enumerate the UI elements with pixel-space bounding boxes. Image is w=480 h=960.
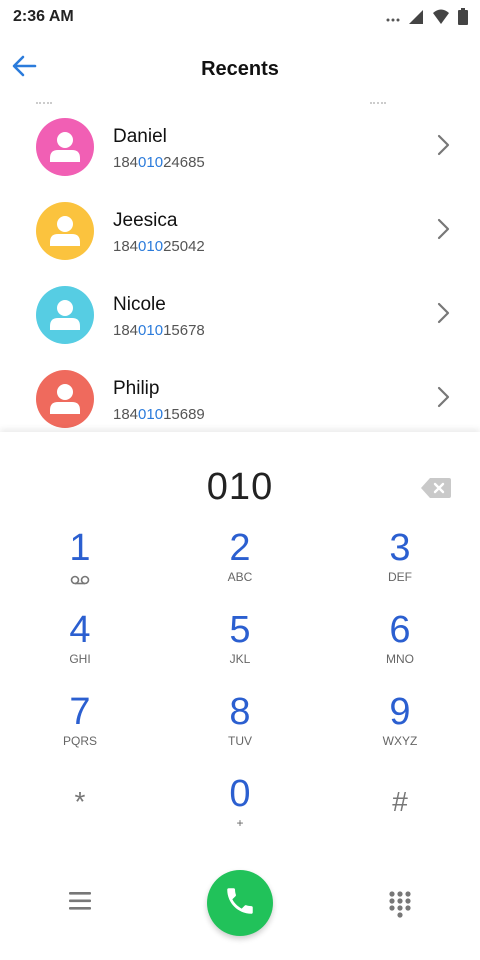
dial-key-2[interactable]: 2 ABC bbox=[180, 528, 300, 602]
dialpad: 010 1 2 ABC 3 DEF 4 GHI 5 JKL 6 MNO 7 PQ… bbox=[0, 432, 480, 960]
dial-key-9[interactable]: 9 WXYZ bbox=[340, 692, 460, 766]
chevron-right-icon[interactable] bbox=[434, 301, 452, 325]
contact-name: Jeesica bbox=[113, 210, 178, 231]
chevron-right-icon[interactable] bbox=[434, 133, 452, 157]
dial-key-0[interactable]: 0 + bbox=[180, 774, 300, 848]
more-dots-icon bbox=[386, 10, 400, 28]
avatar bbox=[36, 286, 94, 344]
person-icon bbox=[50, 384, 80, 414]
person-icon bbox=[50, 300, 80, 330]
contact-row[interactable]: Jeesica 18401025042 bbox=[0, 188, 480, 272]
contact-number: 18401025042 bbox=[113, 238, 205, 255]
status-time: 2:36 AM bbox=[13, 8, 74, 25]
person-icon bbox=[50, 216, 80, 246]
contact-name: Nicole bbox=[113, 294, 166, 315]
phone-icon bbox=[223, 884, 257, 923]
dial-key-7[interactable]: 7 PQRS bbox=[20, 692, 140, 766]
wifi-icon bbox=[432, 9, 450, 30]
number-match-highlight: 010 bbox=[138, 238, 164, 255]
chevron-right-icon[interactable] bbox=[434, 385, 452, 409]
number-match-highlight: 010 bbox=[138, 406, 164, 423]
contact-row[interactable]: Daniel 18401024685 bbox=[0, 104, 480, 188]
contact-number: 18401024685 bbox=[113, 154, 205, 171]
contact-name: Daniel bbox=[113, 126, 167, 147]
voicemail-icon bbox=[20, 572, 140, 590]
dial-key-star[interactable]: * bbox=[20, 774, 140, 848]
recents-list[interactable]: Daniel 18401024685 Jeesica 18401025042 N… bbox=[0, 102, 480, 432]
app-header: Recents bbox=[0, 34, 480, 102]
number-match-highlight: 010 bbox=[138, 322, 164, 339]
page-title: Recents bbox=[201, 58, 279, 80]
battery-icon bbox=[458, 8, 468, 30]
person-icon bbox=[50, 132, 80, 162]
dial-key-5[interactable]: 5 JKL bbox=[180, 610, 300, 684]
contact-row[interactable]: Philip 18401015689 bbox=[0, 356, 480, 432]
backspace-icon[interactable] bbox=[420, 476, 452, 500]
dial-key-hash[interactable]: # bbox=[340, 774, 460, 848]
avatar bbox=[36, 118, 94, 176]
menu-icon[interactable] bbox=[66, 890, 94, 912]
contact-row[interactable]: Nicole 18401015678 bbox=[0, 272, 480, 356]
status-icons bbox=[386, 8, 468, 30]
number-match-highlight: 010 bbox=[138, 154, 164, 171]
contact-number: 18401015678 bbox=[113, 322, 205, 339]
keypad-toggle-icon[interactable] bbox=[388, 890, 412, 918]
dial-key-8[interactable]: 8 TUV bbox=[180, 692, 300, 766]
chevron-right-icon[interactable] bbox=[434, 217, 452, 241]
dial-key-6[interactable]: 6 MNO bbox=[340, 610, 460, 684]
signal-icon bbox=[408, 9, 424, 30]
contact-name: Philip bbox=[113, 378, 160, 399]
dial-key-1[interactable]: 1 bbox=[20, 528, 140, 602]
dialed-number-display[interactable]: 010 bbox=[0, 466, 480, 509]
status-bar: 2:36 AM bbox=[0, 0, 480, 34]
avatar bbox=[36, 202, 94, 260]
avatar bbox=[36, 370, 94, 428]
contact-number: 18401015689 bbox=[113, 406, 205, 423]
dial-key-3[interactable]: 3 DEF bbox=[340, 528, 460, 602]
call-button[interactable] bbox=[207, 870, 273, 936]
dial-key-4[interactable]: 4 GHI bbox=[20, 610, 140, 684]
